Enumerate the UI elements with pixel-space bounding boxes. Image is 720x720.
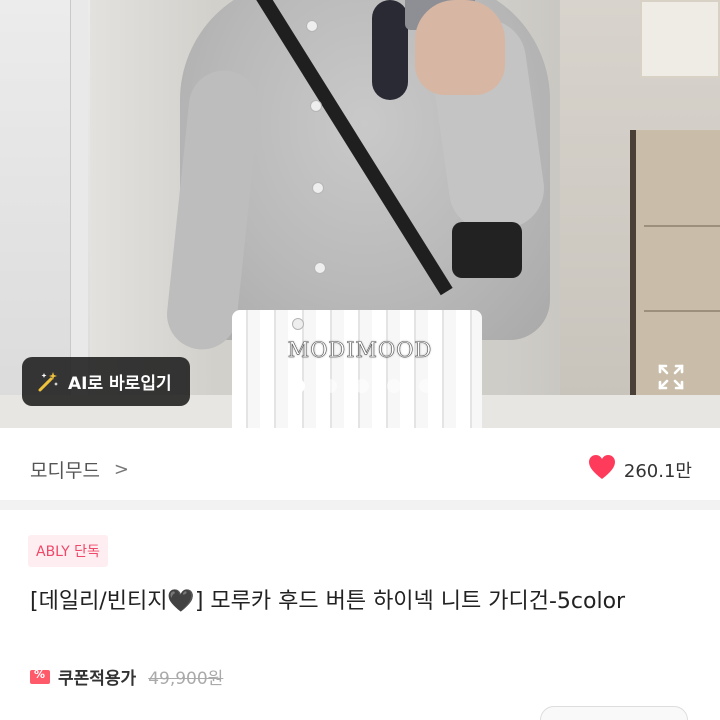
original-price: 49,900원 bbox=[148, 669, 224, 689]
photo-background bbox=[640, 0, 720, 78]
model-bag bbox=[452, 222, 522, 278]
carousel-dot[interactable] bbox=[419, 379, 433, 393]
ai-try-on-label: AI로 바로입기 bbox=[68, 374, 172, 394]
shop-link[interactable]: 모디무드 > bbox=[30, 456, 129, 483]
expand-icon[interactable] bbox=[656, 362, 686, 392]
carousel-indicator[interactable] bbox=[291, 379, 433, 393]
model-hand bbox=[415, 0, 505, 95]
carousel-dot[interactable] bbox=[323, 379, 337, 393]
ai-try-on-button[interactable]: AI로 바로입기 bbox=[22, 357, 190, 406]
section-divider bbox=[0, 500, 720, 510]
product-title: [데일리/빈티지🖤] 모루카 후드 버튼 하이넥 니트 가디건-5color bbox=[30, 589, 626, 614]
chevron-right-icon: > bbox=[113, 459, 130, 480]
like-count: 260.1만 bbox=[623, 460, 692, 482]
exclusive-badge: ABLY 단독 bbox=[28, 535, 108, 567]
carousel-dot[interactable] bbox=[387, 379, 401, 393]
coupon-label: 쿠폰적용가 bbox=[58, 669, 137, 689]
product-image[interactable]: MODIMOOD AI로 바로입기 bbox=[0, 0, 720, 428]
cardigan-button bbox=[292, 318, 304, 330]
cardigan-button bbox=[310, 100, 322, 112]
model-skirt bbox=[232, 310, 482, 428]
shop-row: 모디무드 > 260.1만 bbox=[0, 428, 720, 510]
cardigan-button bbox=[314, 262, 326, 274]
model-hair bbox=[372, 0, 408, 100]
shop-name: 모디무드 bbox=[30, 460, 100, 482]
like-button[interactable]: 260.1만 bbox=[588, 454, 692, 485]
price-action-button[interactable] bbox=[540, 706, 688, 720]
heart-icon bbox=[588, 454, 616, 485]
cardigan-button bbox=[312, 182, 324, 194]
carousel-dot[interactable] bbox=[291, 379, 305, 393]
magic-wand-icon bbox=[36, 370, 60, 394]
carousel-dot[interactable] bbox=[355, 379, 369, 393]
cardigan-button bbox=[306, 20, 318, 32]
coupon-icon bbox=[30, 668, 50, 684]
coupon-price-row: 쿠폰적용가 49,900원 bbox=[30, 664, 223, 689]
